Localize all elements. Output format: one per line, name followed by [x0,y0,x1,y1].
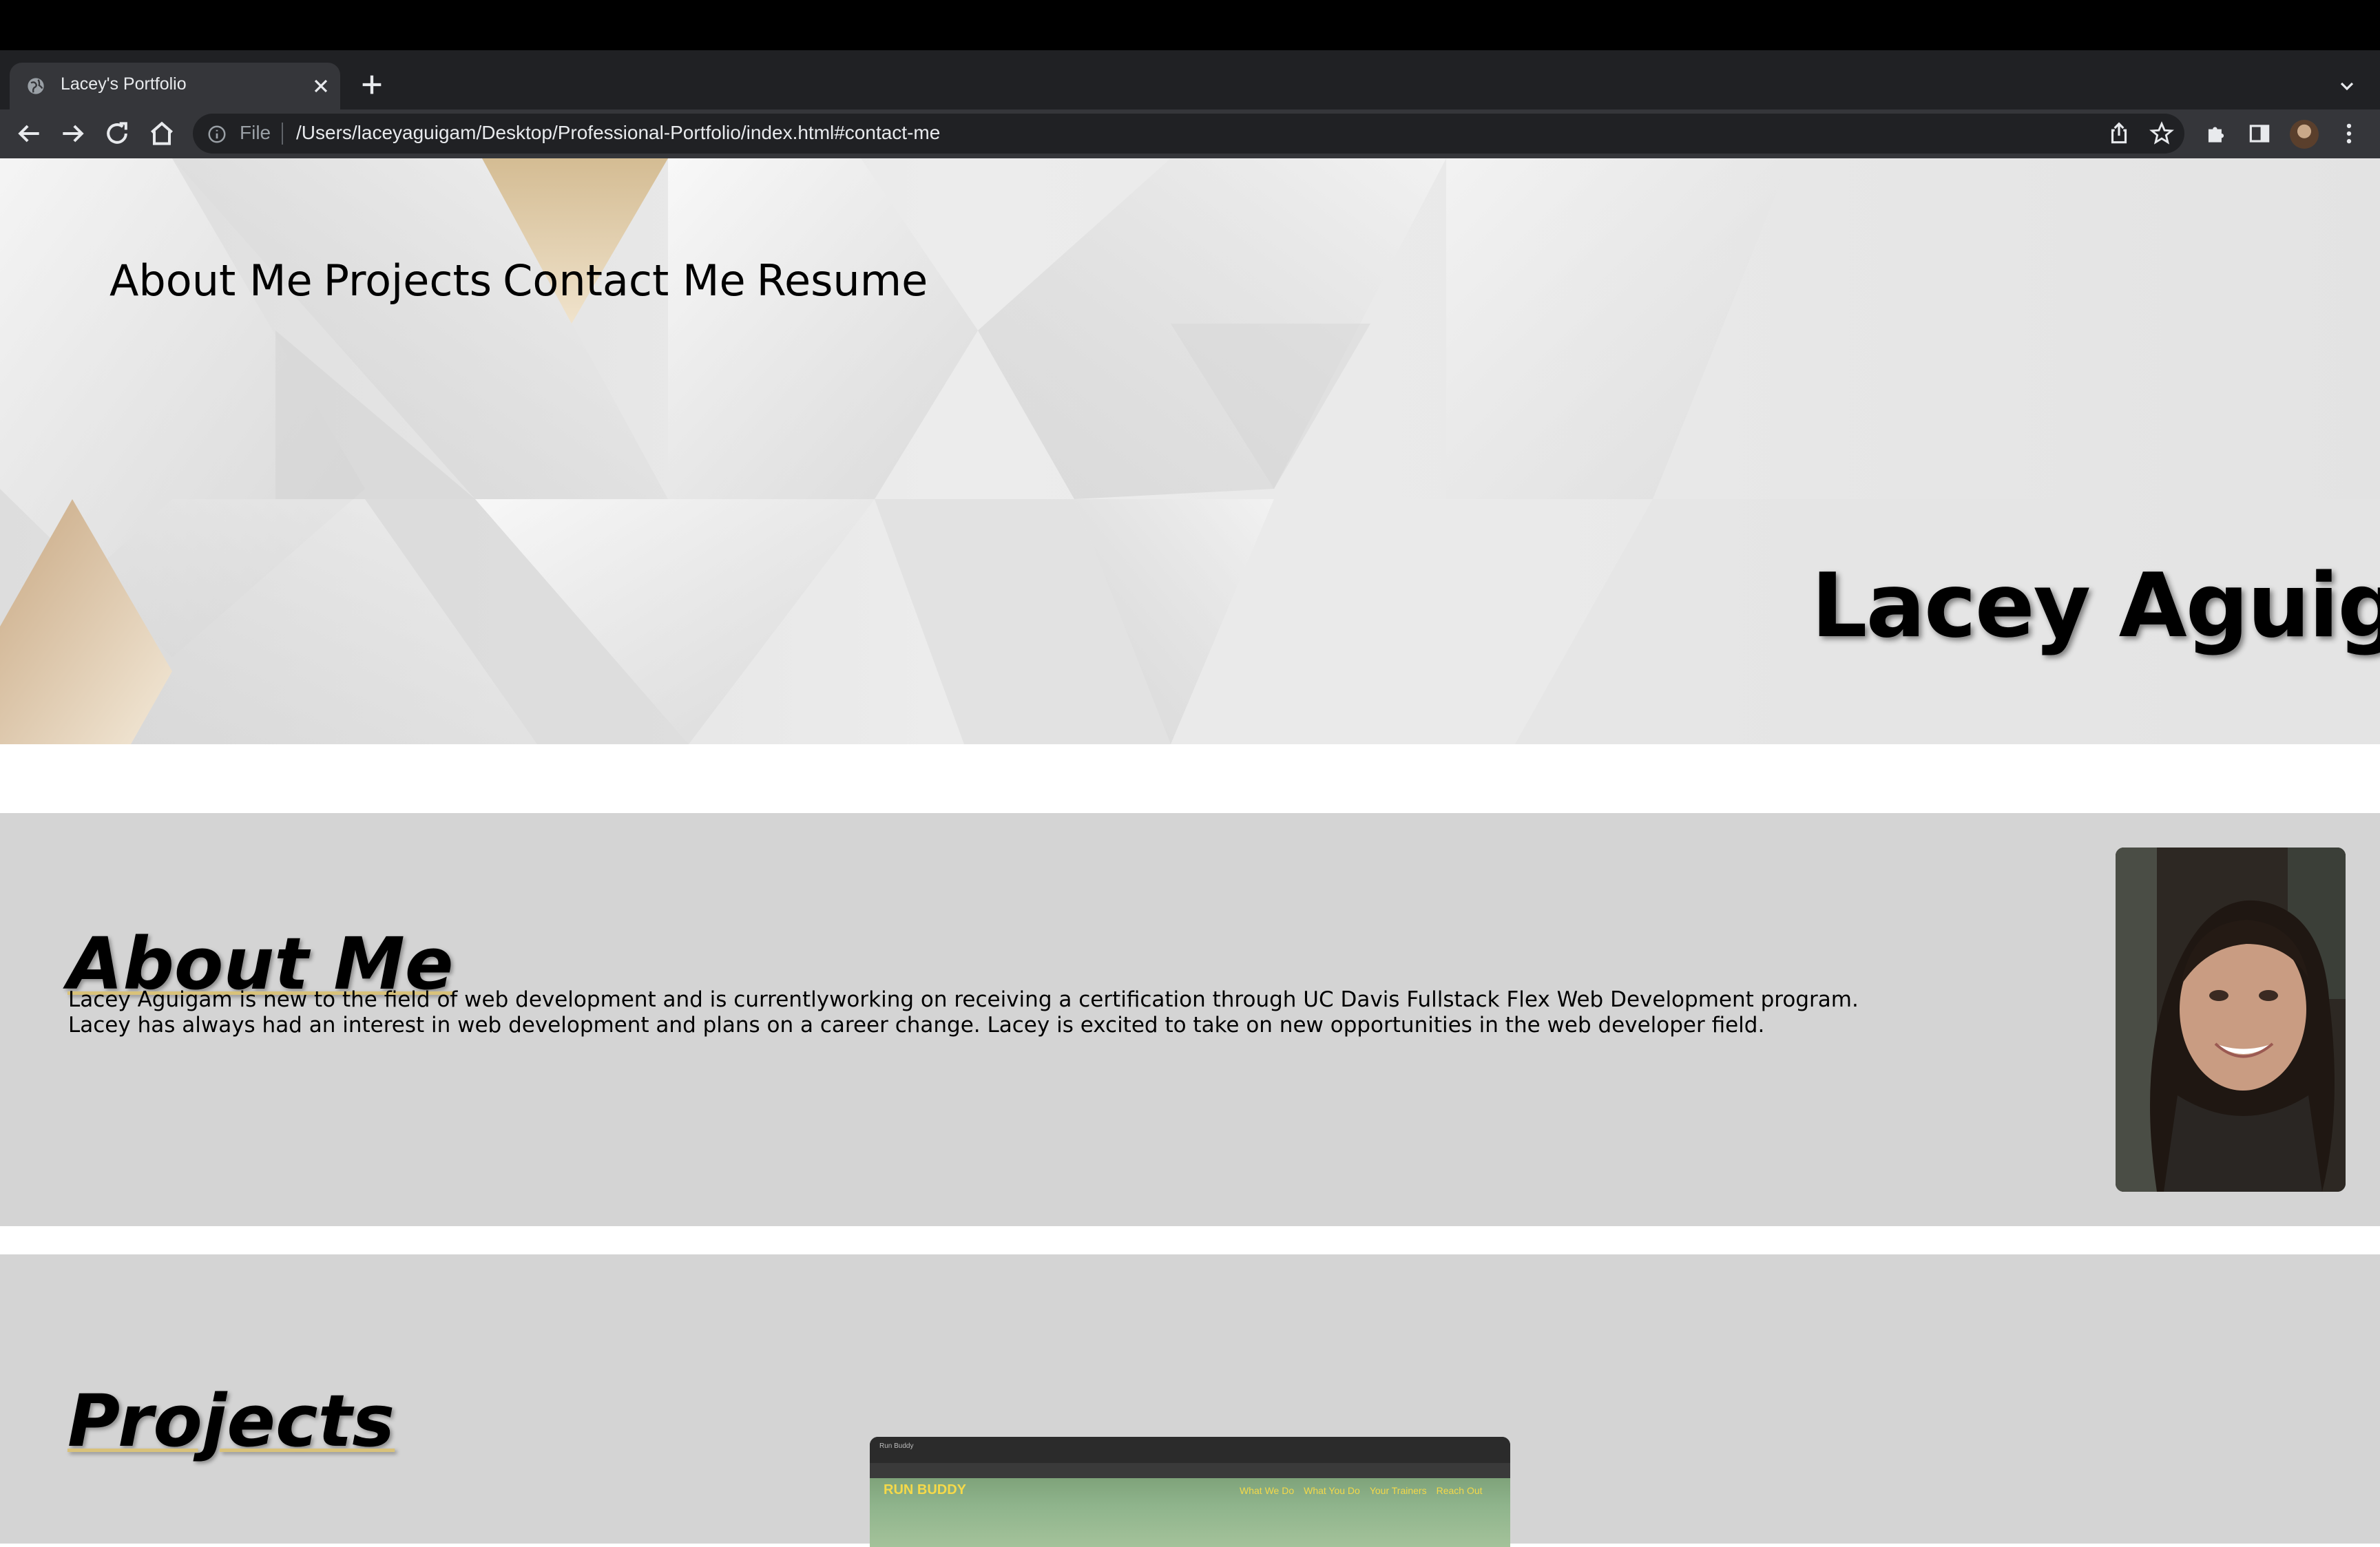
extensions-puzzle-icon[interactable] [2203,120,2229,147]
info-icon[interactable] [207,124,227,145]
window-top-bar [0,0,2380,50]
project-card-run-buddy[interactable]: Run Buddy RUN BUDDY What We Do What You D… [870,1437,1510,1547]
page-viewport: About Me Projects Contact Me Resume Lacey A… [0,158,2380,1547]
close-icon[interactable] [310,75,332,97]
about-me-line: Lacey Aguigam is new to the field of web… [68,987,1859,1012]
hero-name-heading: Lacey Aguigam [1811,554,2380,657]
project-screenshot-address-bar [870,1463,1510,1478]
nav-link-contact-me[interactable]: Contact Me [503,255,746,306]
globe-icon [28,78,44,94]
chevron-down-icon[interactable] [2336,75,2358,97]
main-navigation: About Me Projects Contact Me Resume [109,255,939,306]
nav-link-projects[interactable]: Projects [324,255,492,306]
project-screenshot-nav-link: What You Do [1304,1485,1360,1496]
nav-link-about-me[interactable]: About Me [109,255,313,306]
new-tab-icon[interactable] [358,71,386,98]
profile-photo [2116,848,2346,1192]
project-screenshot-nav-link: What We Do [1240,1485,1295,1496]
project-screenshot-nav-link: Reach Out [1436,1485,1483,1496]
project-screenshot-tab: Run Buddy [879,1442,914,1450]
browser-tab[interactable]: Lacey's Portfolio [10,63,340,109]
portrait-image [2116,848,2346,1192]
about-me-line: Lacey has always had an interest in web … [68,1013,1765,1038]
bookmark-star-icon[interactable] [2149,120,2175,147]
address-scheme: File [240,122,271,143]
project-screenshot-nav-link: Your Trainers [1369,1485,1427,1496]
back-arrow-icon[interactable] [14,118,44,149]
more-menu-icon[interactable] [2336,120,2362,147]
reload-icon[interactable] [102,118,132,149]
share-icon[interactable] [2106,120,2132,147]
about-me-paragraph: Lacey Aguigam is new to the field of web… [68,987,1859,1038]
project-screenshot-brand: RUN BUDDY [884,1482,966,1497]
address-separator [282,123,283,145]
about-me-section: About Me Lacey Aguigam is new to the fie… [0,813,2380,1226]
tab-strip: Lacey's Portfolio [0,50,2380,109]
forward-arrow-icon[interactable] [58,118,88,149]
home-icon[interactable] [147,118,177,149]
profile-avatar[interactable] [2290,120,2319,149]
project-screenshot-nav: What We Do What You Do Your Trainers Reach … [1240,1485,1492,1496]
tab-title: Lacey's Portfolio [61,74,187,94]
projects-section: Projects Run Buddy RUN BUDDY What We Do W… [0,1254,2380,1547]
nav-link-resume[interactable]: Resume [757,255,928,306]
projects-heading: Projects [67,1379,395,1464]
hero-header: About Me Projects Contact Me Resume Lacey A… [0,158,2380,744]
address-url[interactable]: /Users/laceyaguigam/Desktop/Professional… [296,122,940,144]
side-panel-icon[interactable] [2246,120,2273,147]
